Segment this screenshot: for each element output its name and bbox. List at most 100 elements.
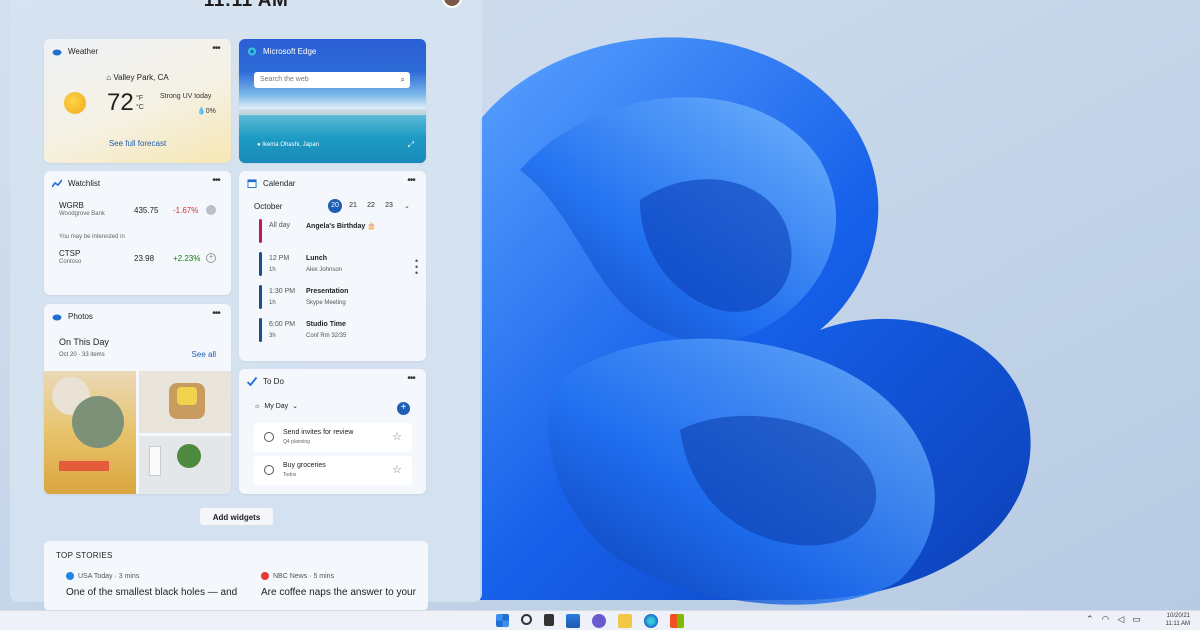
photos-more-button[interactable]: ••• [209, 309, 223, 322]
calendar-day[interactable]: 21 [346, 199, 360, 213]
event-color-bar [259, 285, 262, 309]
chevron-down-icon: ⌄ [292, 403, 299, 410]
add-stock-icon[interactable]: + [206, 253, 216, 263]
taskbar-date: 10/20/21 [1166, 613, 1190, 619]
edge-header: Microsoft Edge [247, 47, 316, 56]
weather-more-button[interactable]: ••• [209, 44, 223, 57]
weather-location: ⌂ Valley Park, CA [44, 73, 231, 82]
event-location: Alex Johnson [306, 267, 343, 273]
photos-widget[interactable]: Photos ••• On This Day Oct 20 · 33 items… [44, 304, 231, 494]
widgets-icon[interactable] [566, 614, 580, 628]
news-story[interactable]: USA Today · 3 mins One of the smallest b… [66, 572, 251, 598]
story-headline[interactable]: Are coffee naps the answer to your [261, 587, 446, 598]
event-color-bar [259, 318, 262, 342]
task-checkbox[interactable] [264, 465, 274, 475]
weather-widget[interactable]: Weather ••• ⌂ Valley Park, CA 72 °F °C S… [44, 39, 231, 163]
event-color-bar [259, 219, 262, 243]
see-full-forecast-link[interactable]: See full forecast [44, 139, 231, 148]
taskbar-clock[interactable]: 10/20/21 11:11 AM [1150, 612, 1190, 628]
store-icon[interactable] [670, 614, 684, 628]
calendar-event[interactable]: All day Angela's Birthday 🎂 [259, 219, 409, 245]
edge-search-input[interactable]: Search the web ⌕ [254, 72, 410, 88]
calendar-event[interactable]: 12 PM 1h Lunch Alex Johnson [259, 252, 409, 278]
task-checkbox[interactable] [264, 432, 274, 442]
calendar-title: Calendar [263, 179, 296, 188]
expand-icon[interactable]: ⤢ [408, 140, 414, 150]
sun-icon [64, 92, 86, 114]
system-tray: ⌃ ◠ ◁ ▭ [1086, 614, 1141, 625]
photo-thumbnail[interactable] [44, 371, 136, 494]
weather-cloud-icon [52, 49, 62, 56]
location-pin-icon: ● [257, 142, 261, 148]
star-icon[interactable]: ☆ [392, 430, 402, 443]
weather-title: Weather [68, 47, 99, 56]
photo-thumbnail[interactable] [139, 436, 231, 494]
chevron-down-icon[interactable]: ⌄ [404, 202, 410, 210]
see-all-link[interactable]: See all [192, 350, 216, 359]
checkmark-icon [247, 377, 257, 386]
watchlist-widget[interactable]: Watchlist ••• WGRB Woodgrove Bank 435.75… [44, 171, 231, 295]
unit-fahrenheit[interactable]: °F [136, 94, 144, 103]
weather-temperature: 72 [107, 89, 134, 116]
stock-followed-icon[interactable] [206, 205, 216, 215]
watchlist-suggestion-hint: You may be interested in [59, 234, 125, 240]
task-view-icon[interactable] [544, 614, 554, 626]
add-widgets-button[interactable]: Add widgets [199, 507, 274, 526]
todo-more-button[interactable]: ••• [404, 374, 418, 387]
search-icon[interactable]: ⌕ [401, 75, 405, 85]
add-task-button[interactable]: + [397, 402, 410, 415]
calendar-header: Calendar [247, 179, 295, 188]
watchlist-more-button[interactable]: ••• [209, 176, 223, 189]
sun-outline-icon: ☼ [254, 402, 261, 410]
publisher-logo-icon [261, 572, 269, 580]
story-source: NBC News · 5 mins [261, 572, 446, 580]
calendar-event[interactable]: 6:00 PM 3h Studio Time Conf Rm 32/35 [259, 318, 409, 344]
todo-list-selector[interactable]: ☼ My Day ⌄ [254, 402, 299, 411]
story-source-text: USA Today · 3 mins [78, 572, 140, 580]
calendar-event[interactable]: 1:30 PM 1h Presentation Skype Meeting [259, 285, 409, 311]
event-color-bar [259, 252, 262, 276]
stock-change: -1.67% [173, 206, 199, 215]
calendar-scroll-indicator[interactable]: • • • [415, 257, 418, 278]
edge-widget[interactable]: Microsoft Edge Search the web ⌕ ● Ikema … [239, 39, 426, 163]
weather-location-text: Valley Park, CA [113, 73, 169, 82]
stock-symbol: WGRB [59, 201, 84, 210]
todo-task[interactable]: Send invites for review Q4 planning ☆ [254, 423, 412, 452]
calendar-day[interactable]: 23 [382, 199, 396, 213]
chat-icon[interactable] [592, 614, 606, 628]
stock-company: Woodgrove Bank [59, 211, 105, 217]
calendar-widget[interactable]: Calendar ••• October 20 21 22 23 ⌄ All d… [239, 171, 426, 361]
weather-units[interactable]: °F °C [136, 94, 144, 112]
chevron-up-icon[interactable]: ⌃ [1086, 614, 1094, 625]
todo-title: To Do [263, 377, 284, 386]
stock-company: Contoso [59, 259, 82, 265]
calendar-more-button[interactable]: ••• [404, 176, 418, 189]
photos-title: Photos [68, 312, 93, 321]
taskbar-time: 11:11 AM [1165, 621, 1190, 627]
todo-task[interactable]: Buy groceries Todos ☆ [254, 456, 412, 485]
star-icon[interactable]: ☆ [392, 463, 402, 476]
calendar-day[interactable]: 22 [364, 199, 378, 213]
edge-icon[interactable] [644, 614, 658, 628]
home-icon: ⌂ [106, 73, 112, 82]
publisher-logo-icon [66, 572, 74, 580]
todo-widget[interactable]: To Do ••• ☼ My Day ⌄ + Send invites for … [239, 369, 426, 494]
story-headline[interactable]: One of the smallest black holes — and [66, 587, 251, 598]
edge-location-text: Ikema Ohashi, Japan [262, 142, 319, 148]
calendar-month: October [254, 202, 283, 211]
start-icon[interactable] [496, 614, 509, 627]
volume-icon[interactable]: ◁ [1117, 614, 1124, 625]
event-location: Skype Meeting [306, 300, 346, 306]
panel-clock: 11:11 AM [203, 0, 289, 11]
edge-title: Microsoft Edge [263, 47, 317, 56]
news-story[interactable]: NBC News · 5 mins Are coffee naps the an… [261, 572, 446, 598]
wifi-icon[interactable]: ◠ [1102, 614, 1110, 625]
unit-celsius[interactable]: °C [136, 103, 144, 112]
search-icon[interactable] [521, 614, 532, 625]
photo-thumbnail[interactable] [139, 371, 231, 433]
calendar-day-selected[interactable]: 20 [328, 199, 342, 213]
battery-icon[interactable]: ▭ [1132, 614, 1141, 625]
stock-change: +2.23% [173, 254, 201, 263]
file-explorer-icon[interactable] [618, 614, 632, 628]
task-list: Todos [283, 472, 297, 478]
